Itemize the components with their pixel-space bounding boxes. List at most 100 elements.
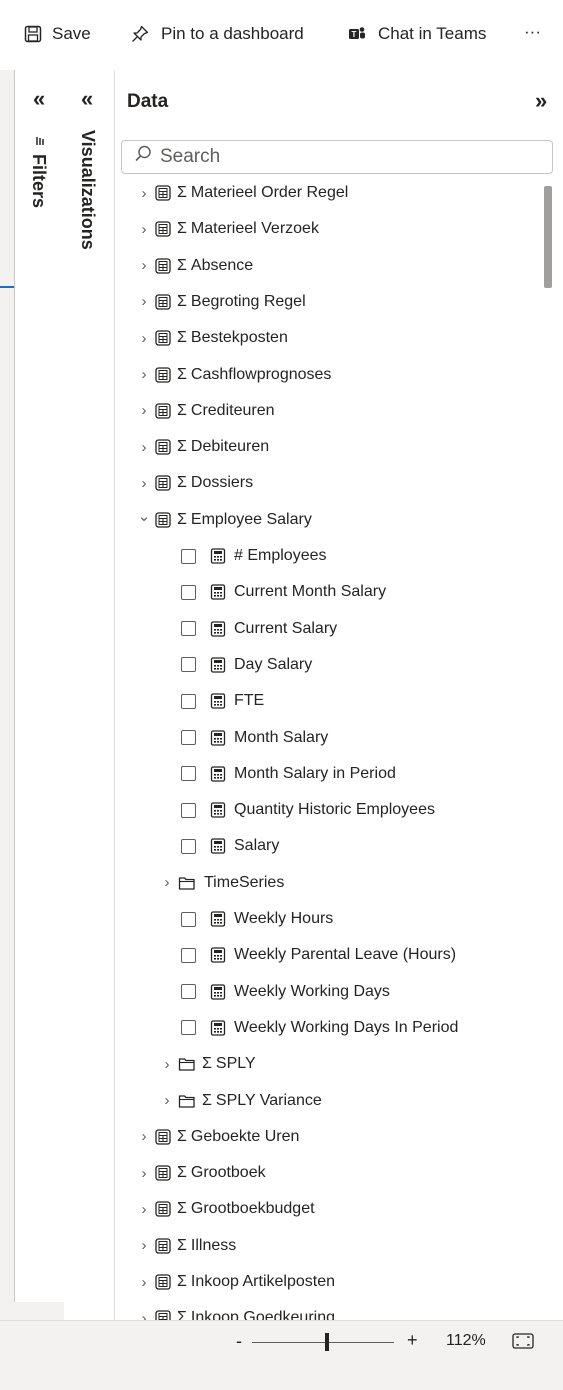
search-input[interactable]: Search [160,146,220,168]
tree-field-row[interactable]: # Employees [181,539,327,573]
tree-field-row[interactable]: Month Salary in Period [181,757,396,791]
field-checkbox[interactable] [181,657,196,673]
tree-table-row[interactable]: › Σ Inkoop Artikelposten [135,1265,335,1299]
field-checkbox[interactable] [181,766,196,782]
calculator-icon [210,802,226,818]
tree-table-row[interactable]: › Σ Grootboekbudget [135,1192,315,1226]
tree-field-row[interactable]: FTE [181,684,264,718]
table-icon [155,475,171,492]
table-icon [155,403,171,419]
sigma-icon: Σ [177,474,187,492]
field-checkbox[interactable] [181,802,196,818]
tree-field-row[interactable]: Weekly Parental Leave (Hours) [181,938,456,972]
tree-item-label: Day Salary [234,655,313,673]
field-checkbox[interactable] [181,984,196,1000]
field-checkbox[interactable] [181,947,196,963]
expand-data-pane-icon[interactable]: » [535,88,547,114]
tree-item-label: Absence [190,256,254,274]
tree-folder-row[interactable]: › Σ SPLY Variance [158,1084,322,1118]
filters-pane[interactable]: « Filters [14,70,66,1302]
tree-table-row[interactable]: › Σ Grootboek [135,1156,266,1190]
chevron-right-icon[interactable]: › [158,874,176,891]
tree-field-row[interactable]: Weekly Working Days [181,975,390,1009]
chevron-right-icon[interactable]: › [135,439,153,456]
scrollbar-thumb[interactable] [544,186,552,288]
chevron-right-icon[interactable]: › [135,1310,153,1320]
tree-field-row[interactable]: Quantity Historic Employees [181,793,435,827]
chevron-right-icon[interactable]: › [135,1274,153,1291]
chat-label: Chat in Teams [378,24,487,43]
chevron-right-icon[interactable]: › [135,257,153,274]
tree-table-row[interactable]: › Σ Dossiers [135,466,254,500]
tree-folder-row[interactable]: › TimeSeries [158,866,285,900]
tree-item-label: Inkoop Goedkeuring [190,1309,335,1320]
tree-table-row[interactable]: › Σ Debiteuren [135,430,270,464]
tree-item-label: Materieel Verzoek [190,220,319,238]
search-box[interactable]: Search [121,140,553,174]
tree-table-row[interactable]: › Σ Inkoop Goedkeuring [135,1301,335,1320]
field-checkbox[interactable] [181,693,196,709]
status-bar: - + 112% [0,1320,563,1390]
tree-field-row[interactable]: Weekly Hours [181,902,333,936]
table-icon [155,257,171,274]
tree-field-row[interactable]: Month Salary [181,721,328,755]
tree-field-row[interactable]: Current Salary [181,612,337,646]
collapse-visualizations-icon[interactable]: « [81,88,93,110]
tree-table-row[interactable]: ⌄ Σ Employee Salary [135,503,312,537]
zoom-slider-thumb[interactable] [325,1333,330,1351]
chevron-right-icon[interactable]: › [135,221,153,238]
field-checkbox[interactable] [181,911,196,927]
tree-table-row[interactable]: › Σ Illness [135,1229,237,1263]
calculator-icon [210,548,226,564]
tree-field-row[interactable]: Weekly Working Days In Period [181,1011,458,1045]
tree-field-row[interactable]: Current Month Salary [181,575,386,609]
save-button[interactable]: Save [24,24,91,44]
tree-field-row[interactable]: Day Salary [181,648,312,682]
fit-to-page-icon[interactable] [512,1333,534,1354]
chevron-right-icon[interactable]: › [135,1128,153,1145]
chevron-right-icon[interactable]: › [135,185,153,202]
chevron-right-icon[interactable]: › [135,366,153,383]
tree-table-row[interactable]: › Σ Materieel Order Regel [135,176,349,210]
tree-folder-row[interactable]: › Σ SPLY [158,1047,256,1081]
tree-table-row[interactable]: › Σ Crediteuren [135,394,275,428]
tree-table-row[interactable]: › Σ Geboekte Uren [135,1120,300,1154]
tree-table-row[interactable]: › Σ Begroting Regel [135,285,306,319]
zoom-slider-track[interactable] [252,1342,394,1343]
chevron-right-icon[interactable]: › [158,1056,176,1073]
chevron-right-icon[interactable]: › [135,1165,153,1182]
more-options-button[interactable]: ··· [524,22,541,42]
tree-item-label: Materieel Order Regel [190,184,349,201]
field-checkbox[interactable] [181,1020,196,1036]
visualizations-pane[interactable]: « Visualizations [64,70,115,1320]
field-checkbox[interactable] [181,548,196,564]
tree-item-label: Quantity Historic Employees [234,801,435,819]
zoom-in-button[interactable]: + [407,1330,418,1351]
tree-item-label: Employee Salary [190,510,312,528]
chevron-down-icon[interactable]: ⌄ [135,507,153,525]
tree-table-row[interactable]: › Σ Cashflowprognoses [135,358,332,392]
field-checkbox[interactable] [181,584,196,600]
tree-field-row[interactable]: Salary [181,829,279,863]
pin-to-dashboard-button[interactable]: Pin to a dashboard [131,24,304,44]
tree-table-row[interactable]: › Σ Materieel Verzoek [135,212,319,246]
calculator-icon [210,1020,226,1036]
calculator-icon [210,983,226,1000]
chevron-right-icon[interactable]: › [135,475,153,492]
chevron-right-icon[interactable]: › [135,1201,153,1218]
field-checkbox[interactable] [181,621,196,637]
tree-item-label: Weekly Working Days [234,982,390,1000]
chevron-right-icon[interactable]: › [135,1237,153,1254]
sigma-icon: Σ [177,1164,187,1182]
field-checkbox[interactable] [181,730,196,745]
chevron-right-icon[interactable]: › [135,402,153,419]
tree-table-row[interactable]: › Σ Absence [135,249,254,283]
collapse-filters-icon[interactable]: « [33,88,45,110]
tree-table-row[interactable]: › Σ Bestekposten [135,321,288,355]
field-checkbox[interactable] [181,838,196,854]
chevron-right-icon[interactable]: › [135,330,153,347]
chevron-right-icon[interactable]: › [135,293,153,310]
chat-in-teams-button[interactable]: T Chat in Teams [348,24,486,44]
chevron-right-icon[interactable]: › [158,1092,176,1109]
zoom-out-button[interactable]: - [236,1331,242,1352]
